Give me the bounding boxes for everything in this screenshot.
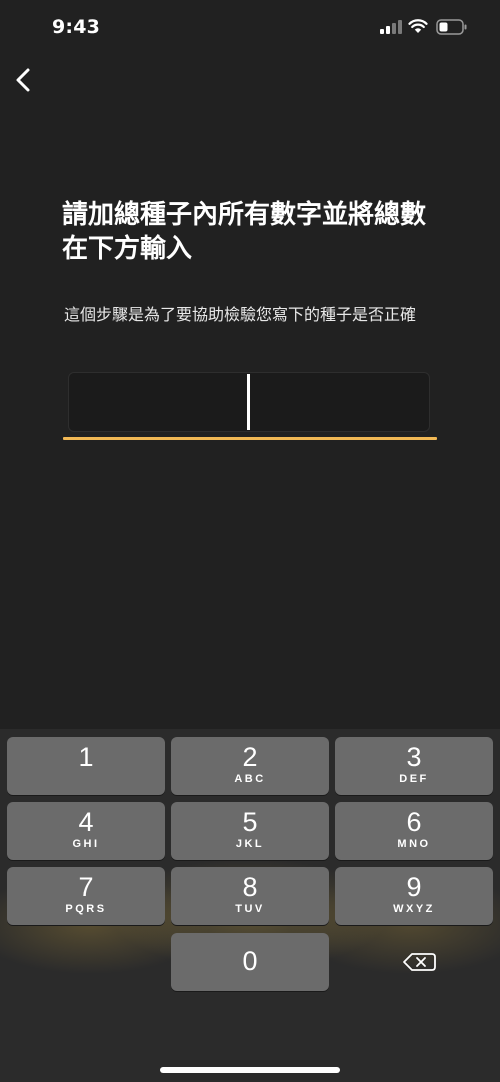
- key-digit: 4: [78, 807, 94, 837]
- wifi-icon: [408, 19, 428, 33]
- key-letters: TUV: [235, 903, 265, 915]
- signal-icon: [380, 20, 402, 34]
- text-caret: [247, 374, 250, 430]
- key-8[interactable]: 8 TUV: [171, 867, 329, 925]
- key-digit: 9: [406, 872, 422, 902]
- key-digit: 3: [406, 742, 422, 772]
- backspace-icon: [403, 953, 436, 971]
- page-subtitle: 這個步驟是為了要協助檢驗您寫下的種子是否正確: [64, 305, 417, 324]
- key-digit: 1: [78, 742, 94, 772]
- key-3[interactable]: 3 DEF: [335, 737, 493, 795]
- status-time: 9:43: [52, 16, 101, 38]
- checksum-input[interactable]: [69, 373, 433, 433]
- back-button[interactable]: [8, 62, 40, 98]
- key-digit: 0: [242, 946, 258, 976]
- numeric-keypad: 1 2 ABC 3 DEF 4 GHI 5 JKL 6 MNO 7 PQRS 8…: [0, 729, 500, 1082]
- key-9[interactable]: 9 WXYZ: [335, 867, 493, 925]
- key-letters: MNO: [397, 838, 431, 850]
- key-5[interactable]: 5 JKL: [171, 802, 329, 860]
- key-digit: 5: [242, 807, 258, 837]
- battery-icon: [436, 19, 467, 35]
- key-digit: 8: [242, 872, 258, 902]
- input-underline: [63, 437, 437, 440]
- backspace-button[interactable]: [380, 947, 452, 977]
- key-6[interactable]: 6 MNO: [335, 802, 493, 860]
- key-letters: DEF: [399, 773, 429, 785]
- key-2[interactable]: 2 ABC: [171, 737, 329, 795]
- status-bar: 9:43: [0, 0, 500, 56]
- key-letters: GHI: [72, 838, 100, 850]
- key-digit: 6: [406, 807, 422, 837]
- key-1[interactable]: 1: [7, 737, 165, 795]
- key-letters: JKL: [235, 838, 265, 850]
- key-letters: PQRS: [65, 903, 107, 915]
- key-digit: 2: [242, 742, 258, 772]
- key-0[interactable]: 0: [171, 933, 329, 991]
- home-indicator: [160, 1067, 340, 1073]
- chevron-left-icon: [16, 68, 30, 92]
- key-letters: WXYZ: [393, 903, 435, 915]
- key-letters: ABC: [234, 773, 266, 785]
- key-4[interactable]: 4 GHI: [7, 802, 165, 860]
- key-digit: 7: [78, 872, 94, 902]
- key-7[interactable]: 7 PQRS: [7, 867, 165, 925]
- page-title: 請加總種子內所有數字並將總數在下方輸入: [62, 200, 427, 264]
